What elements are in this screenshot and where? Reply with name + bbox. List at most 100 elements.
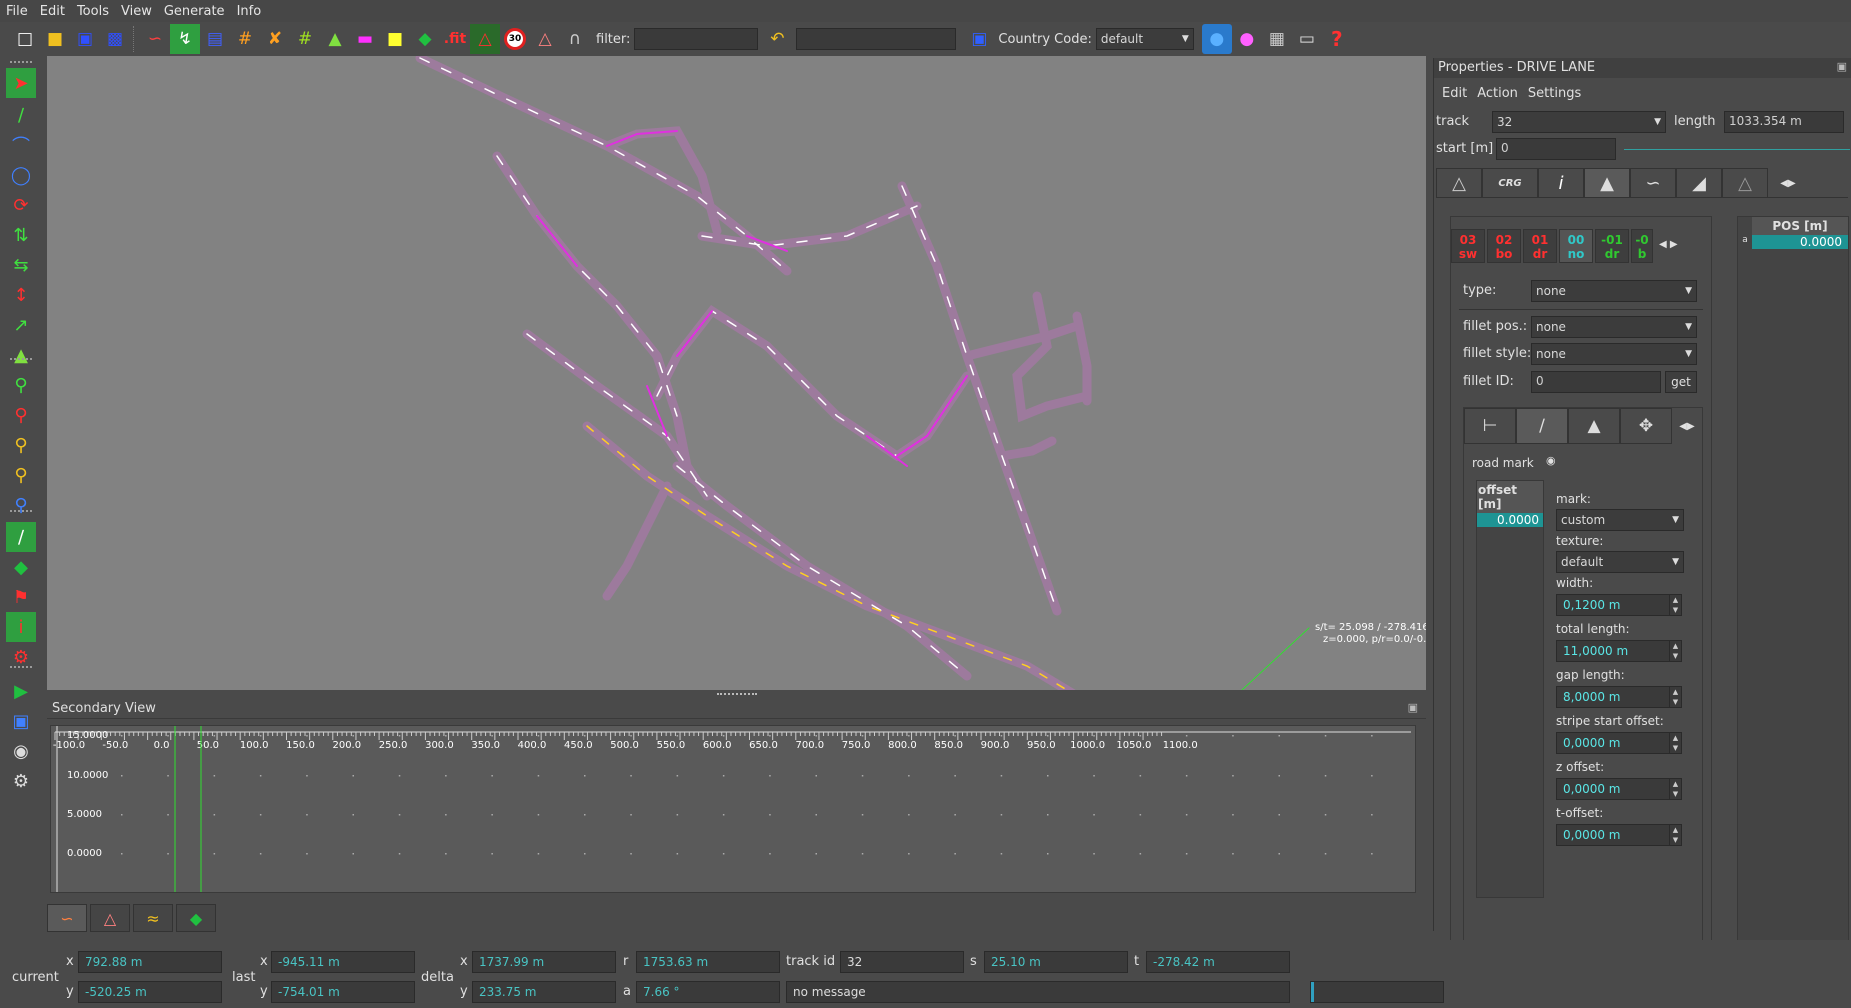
undock-icon[interactable]: ▣ bbox=[1837, 60, 1847, 73]
circle-tool-icon[interactable]: ◯ bbox=[6, 160, 36, 190]
lane-tab-00[interactable]: 00 no bbox=[1559, 229, 1593, 263]
eye-icon[interactable]: ◉ bbox=[1546, 454, 1556, 467]
spin-arrows-icon[interactable]: ▲ ▼ bbox=[1669, 687, 1681, 707]
properties-menu-action[interactable]: Action bbox=[1477, 86, 1518, 108]
gap-length-spinbox[interactable]: 8,0000 m ▲ ▼ bbox=[1556, 686, 1682, 708]
spin-arrows-icon[interactable]: ▲ ▼ bbox=[1669, 733, 1681, 753]
lane-tab-01[interactable]: 01 dr bbox=[1523, 229, 1557, 263]
grid-green-icon[interactable]: # bbox=[290, 24, 320, 54]
type-select[interactable]: none ▼ bbox=[1531, 280, 1697, 302]
zoom-select-icon[interactable]: ⚲ bbox=[6, 490, 36, 520]
add-terrain-icon[interactable]: ▲ bbox=[6, 340, 36, 370]
curve-tool-icon[interactable]: ∽ bbox=[140, 24, 170, 54]
lane-tabs-scroll[interactable]: ◀ ▶ bbox=[1659, 239, 1678, 250]
lane-tab-02[interactable]: 02 bo bbox=[1487, 229, 1521, 263]
elevation-plot-canvas[interactable]: -100.0 -50.0 0.0 50.0 100.0 150.0 200.0 250.0 30… bbox=[51, 726, 1416, 893]
search-input[interactable] bbox=[796, 28, 957, 50]
spin-arrows-icon[interactable]: ▲ ▼ bbox=[1669, 825, 1681, 845]
yellow-block-icon[interactable]: ■ bbox=[380, 24, 410, 54]
tab-elevation[interactable]: ∽ bbox=[47, 904, 87, 932]
width-spinbox[interactable]: 0,1200 m ▲ ▼ bbox=[1556, 594, 1682, 616]
lane-tab-minus-01[interactable]: -01 dr bbox=[1595, 229, 1629, 263]
view-splitter[interactable] bbox=[47, 690, 1426, 699]
merge-track-icon[interactable]: ⇆ bbox=[6, 250, 36, 280]
road-segment[interactable] bbox=[672, 461, 972, 681]
road-segment[interactable] bbox=[602, 481, 672, 601]
tab-shape[interactable]: ◆ bbox=[176, 904, 216, 932]
select-arrow-icon[interactable]: ➤ bbox=[6, 68, 36, 98]
arc-tool-icon[interactable]: ⌒ bbox=[6, 130, 36, 160]
spin-arrows-icon[interactable]: ▲ ▼ bbox=[1669, 779, 1681, 799]
settings-gear-icon[interactable]: ⚙ bbox=[6, 766, 36, 796]
fillet-style-select[interactable]: none ▼ bbox=[1531, 343, 1697, 365]
total-length-spinbox[interactable]: 11,0000 m ▲ ▼ bbox=[1556, 640, 1682, 662]
tab-superelevation[interactable]: △ bbox=[90, 904, 130, 932]
zoom-one-icon[interactable]: ⚲ bbox=[6, 460, 36, 490]
menu-view[interactable]: View bbox=[115, 4, 158, 19]
tab-roadmark[interactable]: ∕ bbox=[1516, 408, 1568, 444]
junction-tool-icon[interactable]: ↯ bbox=[170, 24, 200, 54]
lane-tab-minus-02[interactable]: -0 b bbox=[1631, 229, 1653, 263]
scene-icon[interactable]: ▣ bbox=[6, 706, 36, 736]
remove-object-icon[interactable]: ⚑ bbox=[6, 582, 36, 612]
open-folder-icon[interactable]: ■ bbox=[40, 24, 70, 54]
menu-tools[interactable]: Tools bbox=[71, 4, 115, 19]
tab-scroll[interactable]: ◀ ▶ bbox=[1768, 168, 1808, 198]
pbr-icon[interactable]: ● bbox=[1232, 24, 1262, 54]
loop-red-icon[interactable]: ⟳ bbox=[6, 190, 36, 220]
tunnel-icon[interactable]: ∩ bbox=[560, 24, 590, 54]
texture-select[interactable]: default ▼ bbox=[1556, 551, 1684, 573]
tab-crossfall[interactable]: ≈ bbox=[133, 904, 173, 932]
zoom-out-icon[interactable]: ⚲ bbox=[6, 400, 36, 430]
tab-lane[interactable]: ▲ bbox=[1584, 168, 1630, 198]
green-pin-icon[interactable]: ◆ bbox=[410, 24, 440, 54]
t-offset-spinbox[interactable]: 0,0000 m ▲ ▼ bbox=[1556, 824, 1682, 846]
menu-file[interactable]: File bbox=[0, 4, 34, 19]
fillet-pos-select[interactable]: none ▼ bbox=[1531, 316, 1697, 338]
main-road-view[interactable]: s/t= 25.098 / -278.416 z=0.000, p/r=0.0/… bbox=[47, 56, 1426, 690]
pos-row[interactable]: a 0.0000 bbox=[1738, 235, 1848, 249]
filter-input[interactable] bbox=[634, 28, 759, 50]
menu-edit[interactable]: Edit bbox=[34, 4, 71, 19]
tab-curve[interactable]: ∽ bbox=[1630, 168, 1676, 198]
road-segment[interactable] bbox=[962, 321, 1082, 361]
eye-icon[interactable]: ◉ bbox=[6, 736, 36, 766]
speed-sign-icon[interactable]: 30 bbox=[500, 24, 530, 54]
properties-menu-edit[interactable]: Edit bbox=[1442, 86, 1467, 108]
tab-roadmark-scroll[interactable]: ◀ ▶ bbox=[1672, 408, 1702, 444]
offset-row[interactable]: 0.0000 bbox=[1477, 513, 1543, 527]
break-track-icon[interactable]: ↕ bbox=[6, 280, 36, 310]
splitter-handle[interactable] bbox=[717, 693, 757, 696]
road-segment[interactable] bbox=[1072, 311, 1092, 406]
track-select[interactable]: 32 ▼ bbox=[1492, 111, 1666, 133]
tab-roadmark-move[interactable]: ✥ bbox=[1620, 408, 1672, 444]
road-segment[interactable] bbox=[997, 436, 1057, 461]
fillet-id-field[interactable]: 0 bbox=[1531, 371, 1661, 393]
window-icon[interactable]: ▤ bbox=[200, 24, 230, 54]
menu-generate[interactable]: Generate bbox=[158, 4, 231, 19]
line-tool-icon[interactable]: ∕ bbox=[6, 100, 36, 130]
info-tool-icon[interactable]: i bbox=[6, 612, 36, 642]
fit-icon[interactable]: .fit bbox=[440, 24, 470, 54]
road-network-canvas[interactable]: s/t= 25.098 / -278.416 z=0.000, p/r=0.0/… bbox=[47, 56, 1426, 690]
document-icon[interactable]: ▭ bbox=[1292, 24, 1322, 54]
grid-orange-icon[interactable]: # bbox=[230, 24, 260, 54]
globe-icon[interactable]: ● bbox=[1201, 24, 1232, 54]
lane-tab-03[interactable]: 03 sw bbox=[1451, 229, 1485, 263]
z-offset-spinbox[interactable]: 0,0000 m ▲ ▼ bbox=[1556, 778, 1682, 800]
tab-type[interactable]: △ bbox=[1722, 168, 1768, 198]
tab-shape[interactable]: ◢ bbox=[1676, 168, 1722, 198]
country-code-select[interactable]: default ▼ bbox=[1095, 28, 1194, 50]
menu-info[interactable]: Info bbox=[231, 4, 268, 19]
stripe-start-spinbox[interactable]: 0,0000 m ▲ ▼ bbox=[1556, 732, 1682, 754]
get-button[interactable]: get bbox=[1665, 371, 1697, 393]
add-object-icon[interactable]: ◆ bbox=[6, 552, 36, 582]
elevation-plot[interactable]: -100.0 -50.0 0.0 50.0 100.0 150.0 200.0 250.0 30… bbox=[50, 725, 1416, 893]
save-icon[interactable]: ▣ bbox=[70, 24, 100, 54]
spin-arrows-icon[interactable]: ▲ ▼ bbox=[1669, 595, 1681, 615]
tab-width[interactable]: △ bbox=[1436, 168, 1482, 198]
road-icon[interactable]: △ bbox=[470, 24, 500, 54]
start-slider[interactable] bbox=[1624, 149, 1850, 150]
tab-roadmark-lane[interactable]: ▲ bbox=[1568, 408, 1620, 444]
properties-menu-settings[interactable]: Settings bbox=[1528, 86, 1581, 108]
